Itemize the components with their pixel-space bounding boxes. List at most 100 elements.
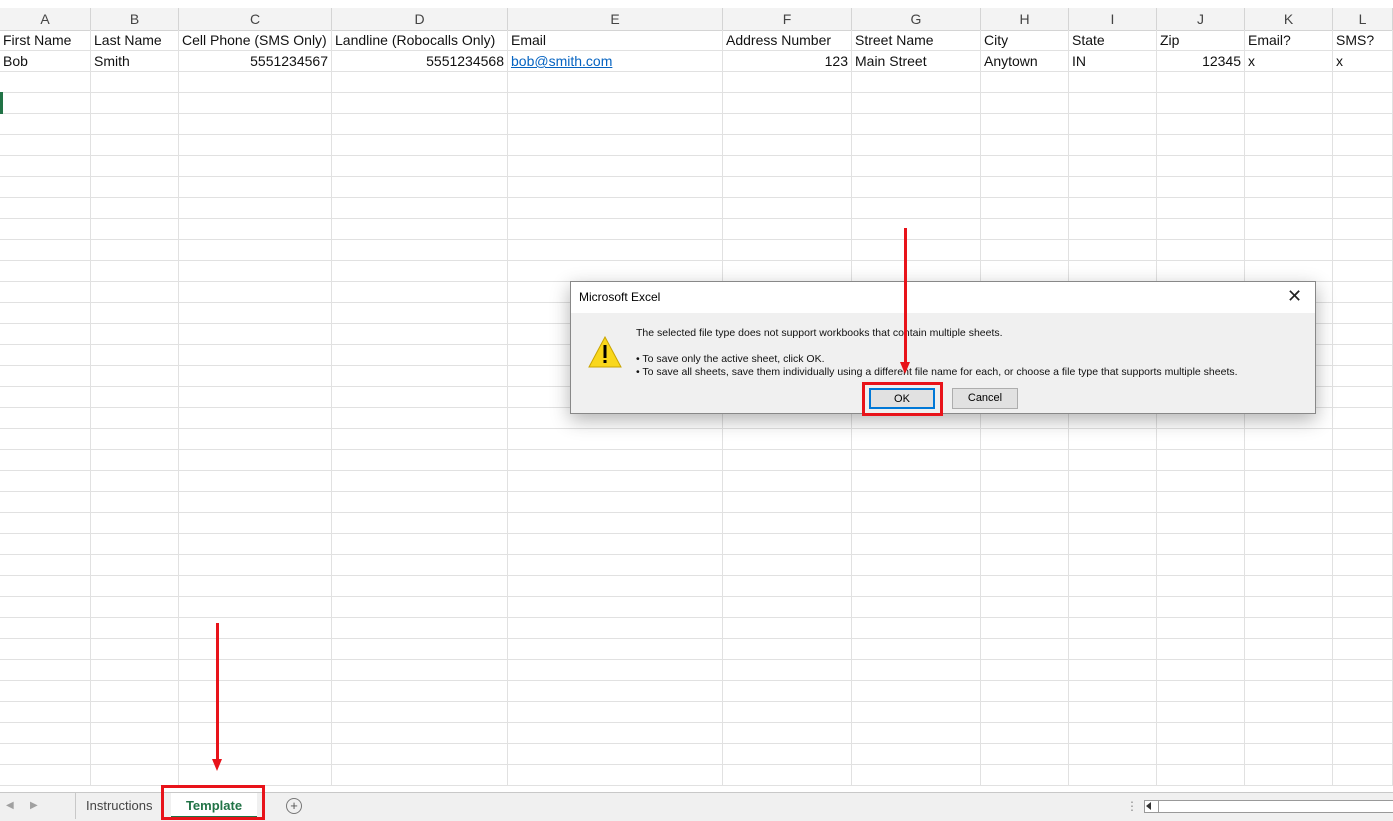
cell[interactable] [91, 534, 179, 554]
cell[interactable] [508, 681, 723, 701]
cell[interactable] [91, 408, 179, 428]
cell[interactable] [0, 576, 91, 596]
cell[interactable] [1245, 639, 1333, 659]
column-header-c[interactable]: C [179, 8, 332, 30]
cell[interactable] [91, 261, 179, 281]
cell[interactable] [508, 576, 723, 596]
cell[interactable] [1157, 240, 1245, 260]
column-header-h[interactable]: H [981, 8, 1069, 30]
cell[interactable] [1333, 639, 1393, 659]
cell[interactable] [179, 282, 332, 302]
cell[interactable] [1069, 744, 1157, 764]
cell[interactable] [1245, 219, 1333, 239]
cell[interactable] [1157, 555, 1245, 575]
cell[interactable] [1333, 282, 1393, 302]
cell[interactable] [1069, 597, 1157, 617]
cell[interactable] [852, 723, 981, 743]
cell[interactable] [0, 198, 91, 218]
cell[interactable] [1157, 618, 1245, 638]
cell[interactable] [91, 93, 179, 113]
cell[interactable] [1157, 534, 1245, 554]
cell[interactable] [1157, 429, 1245, 449]
cell[interactable] [179, 366, 332, 386]
cell[interactable]: Smith [91, 51, 179, 71]
cell[interactable] [91, 555, 179, 575]
cell[interactable] [508, 93, 723, 113]
cell[interactable] [852, 618, 981, 638]
cell[interactable] [332, 261, 508, 281]
cell[interactable] [1157, 114, 1245, 134]
cell[interactable] [332, 135, 508, 155]
cell[interactable] [508, 555, 723, 575]
cell[interactable] [981, 723, 1069, 743]
cell[interactable] [332, 429, 508, 449]
cell[interactable] [508, 156, 723, 176]
cell[interactable] [852, 135, 981, 155]
cell[interactable] [508, 219, 723, 239]
cell[interactable] [852, 681, 981, 701]
cell[interactable] [1069, 219, 1157, 239]
cell[interactable] [1069, 702, 1157, 722]
cell[interactable] [723, 555, 852, 575]
cell[interactable] [179, 261, 332, 281]
cell[interactable] [852, 156, 981, 176]
cell[interactable] [1157, 450, 1245, 470]
cell[interactable] [0, 597, 91, 617]
cell[interactable] [1069, 450, 1157, 470]
cell[interactable] [332, 450, 508, 470]
cell[interactable] [179, 513, 332, 533]
cell[interactable] [332, 156, 508, 176]
cell[interactable] [1245, 492, 1333, 512]
cell[interactable] [508, 702, 723, 722]
scroll-left-arrow-icon[interactable] [1146, 802, 1151, 810]
cell[interactable] [179, 555, 332, 575]
cell[interactable] [1245, 765, 1333, 785]
cell[interactable] [981, 114, 1069, 134]
cell[interactable] [852, 261, 981, 281]
cell[interactable] [332, 408, 508, 428]
cell[interactable] [723, 261, 852, 281]
cell[interactable] [332, 72, 508, 92]
cell[interactable] [91, 345, 179, 365]
cell[interactable] [981, 744, 1069, 764]
cell[interactable] [508, 72, 723, 92]
cell[interactable] [0, 429, 91, 449]
cell[interactable]: 5551234568 [332, 51, 508, 71]
cell[interactable] [723, 660, 852, 680]
cell[interactable] [1157, 135, 1245, 155]
cell[interactable] [91, 597, 179, 617]
cell[interactable] [1333, 681, 1393, 701]
cell[interactable] [1245, 597, 1333, 617]
cell[interactable] [179, 534, 332, 554]
cell[interactable] [723, 576, 852, 596]
cell[interactable] [852, 765, 981, 785]
cell[interactable] [1333, 723, 1393, 743]
column-header-f[interactable]: F [723, 8, 852, 30]
cell[interactable] [981, 240, 1069, 260]
cell[interactable] [0, 765, 91, 785]
cell[interactable] [1333, 597, 1393, 617]
column-header-j[interactable]: J [1157, 8, 1245, 30]
cell[interactable] [723, 471, 852, 491]
add-sheet-icon[interactable]: + [286, 798, 302, 814]
cell[interactable] [508, 765, 723, 785]
cell[interactable] [852, 513, 981, 533]
cell[interactable] [1245, 240, 1333, 260]
column-header-g[interactable]: G [852, 8, 981, 30]
cell[interactable] [723, 702, 852, 722]
cell[interactable] [0, 177, 91, 197]
cell[interactable] [852, 72, 981, 92]
cell[interactable]: Zip [1157, 30, 1245, 50]
cell[interactable] [332, 93, 508, 113]
cell[interactable] [91, 639, 179, 659]
cell[interactable] [852, 660, 981, 680]
cell[interactable]: Main Street [852, 51, 981, 71]
cell[interactable] [0, 744, 91, 764]
cell[interactable] [1069, 618, 1157, 638]
cell[interactable] [332, 576, 508, 596]
cell[interactable] [0, 639, 91, 659]
cell[interactable] [0, 324, 91, 344]
cell[interactable] [91, 219, 179, 239]
cell[interactable] [1069, 72, 1157, 92]
cell[interactable] [0, 345, 91, 365]
